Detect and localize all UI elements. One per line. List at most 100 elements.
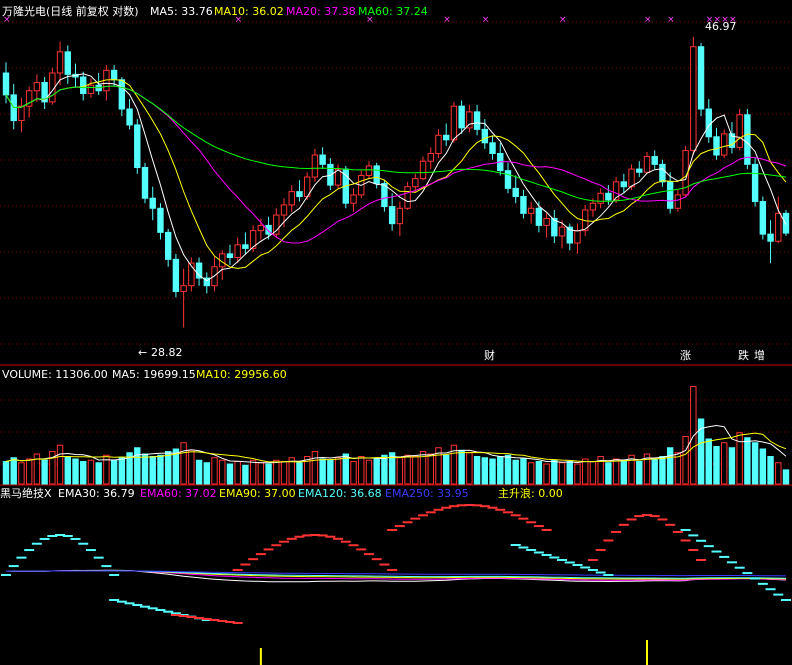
volume-bar-down — [651, 458, 658, 485]
candle-down — [442, 134, 450, 141]
candle-down — [512, 187, 519, 198]
volume-bar-down — [164, 451, 172, 485]
candle-up — [736, 114, 743, 148]
candle-up — [419, 160, 427, 180]
volume-bar-up — [358, 456, 365, 485]
volume-bar-down — [64, 456, 71, 485]
volume-bar-up — [219, 459, 226, 485]
candle-up — [18, 105, 25, 122]
volume-bar-up — [558, 462, 566, 485]
ma20-readout: MA20: 37.38 — [286, 5, 356, 18]
candle-up — [775, 212, 782, 242]
low-price-arrow: ← — [138, 346, 147, 359]
candle-down — [697, 46, 705, 110]
candle-down — [388, 206, 396, 225]
candle-down — [296, 191, 303, 198]
candle-down — [141, 167, 149, 199]
volume-bar-down — [242, 464, 249, 485]
volume-bar-down — [759, 448, 767, 485]
candle-up — [628, 168, 635, 188]
volume-bar-down — [481, 457, 489, 485]
volume-bar-up — [396, 457, 404, 485]
candle-down — [759, 201, 767, 235]
candle-down — [767, 233, 774, 242]
indicator-name: 黑马绝技X — [0, 486, 52, 500]
candle-down — [504, 170, 512, 189]
candle-down — [172, 258, 180, 292]
high-price-label: 46.97 — [705, 20, 737, 33]
ema60-readout: EMA60: 37.02 — [140, 487, 217, 500]
volume-bar-up — [412, 456, 419, 485]
candle-down — [157, 207, 164, 233]
candle-up — [558, 226, 566, 237]
volume-bar-down — [118, 457, 126, 485]
volume-bar-down — [265, 463, 272, 485]
ma20-line — [5, 85, 787, 244]
volume-bar-up — [87, 459, 95, 485]
candle-down — [520, 196, 527, 214]
volume-bar-down — [2, 461, 10, 485]
candle-up — [674, 194, 682, 209]
volume-bar-down — [134, 447, 141, 485]
candle-down — [458, 105, 465, 129]
volume-bar-down — [41, 459, 48, 485]
price-panel: × × × × × × × × × × × × — [2, 15, 790, 328]
candle-down — [705, 108, 712, 138]
volume-bar-down — [497, 456, 504, 485]
vol-ma10-readout: MA10: 29956.60 — [196, 368, 287, 381]
volume-bar-down — [473, 456, 481, 485]
candle-up — [56, 51, 64, 74]
stock-chart[interactable]: × × × × × × × × × × × × 万隆光电(日线 前复权 对数) MA5: 33.76 … — [0, 0, 792, 665]
candle-down — [319, 154, 326, 165]
volume-bar-down — [157, 454, 164, 485]
volume-bar-up — [404, 454, 411, 485]
candle-down — [636, 168, 643, 173]
candle-up — [574, 230, 581, 244]
ma10-readout: MA10: 36.02 — [214, 5, 284, 18]
candle-down — [473, 111, 481, 130]
volume-bar-down — [203, 462, 210, 485]
volume-bar-down — [666, 447, 674, 485]
volume-bar-down — [296, 462, 303, 485]
volume-bar-up — [574, 463, 581, 485]
candle-down — [134, 124, 141, 169]
candle-up — [87, 84, 95, 95]
volume-bar-down — [551, 459, 558, 485]
candle-down — [2, 72, 10, 96]
volume-bar-up — [527, 462, 535, 485]
volume-bar-down — [636, 461, 643, 485]
badge-limit-down[interactable]: 跌 — [738, 348, 749, 362]
candle-down — [481, 128, 489, 144]
candle-down — [713, 136, 720, 156]
badge-limit-up[interactable]: 涨 — [680, 349, 691, 362]
candle-up — [643, 156, 651, 173]
candle-down — [605, 192, 612, 201]
volume-bar-down — [659, 456, 666, 485]
ema250-readout: EMA250: 33.95 — [385, 487, 469, 500]
candle-down — [535, 207, 543, 226]
volume-bar-up — [234, 461, 241, 485]
volume-bar-down — [728, 447, 736, 485]
ma5-readout: MA5: 33.76 — [150, 5, 213, 18]
signal-marker: × — [482, 15, 490, 25]
candle-up — [450, 105, 458, 141]
ema30-readout: EMA30: 36.79 — [58, 487, 135, 500]
volume-bar-down — [489, 458, 496, 485]
volume-bar-down — [327, 459, 334, 485]
candle-down — [782, 212, 790, 234]
candle-up — [350, 194, 357, 204]
signal-marker: × — [644, 15, 652, 25]
volume-bar-up — [249, 459, 257, 485]
badge-increase[interactable]: 增 — [754, 348, 765, 362]
candle-down — [659, 163, 666, 183]
candle-up — [721, 133, 728, 156]
candle-down — [489, 142, 496, 154]
ema250-line — [5, 570, 787, 577]
volume-bar-down — [744, 437, 751, 485]
volume-bar-down — [72, 458, 79, 485]
candle-down — [126, 108, 133, 126]
badge-finance[interactable]: 财 — [484, 348, 495, 362]
ema90-readout: EMA90: 37.00 — [219, 487, 296, 500]
volume-bar-up — [180, 442, 187, 485]
volume-panel — [2, 386, 790, 485]
